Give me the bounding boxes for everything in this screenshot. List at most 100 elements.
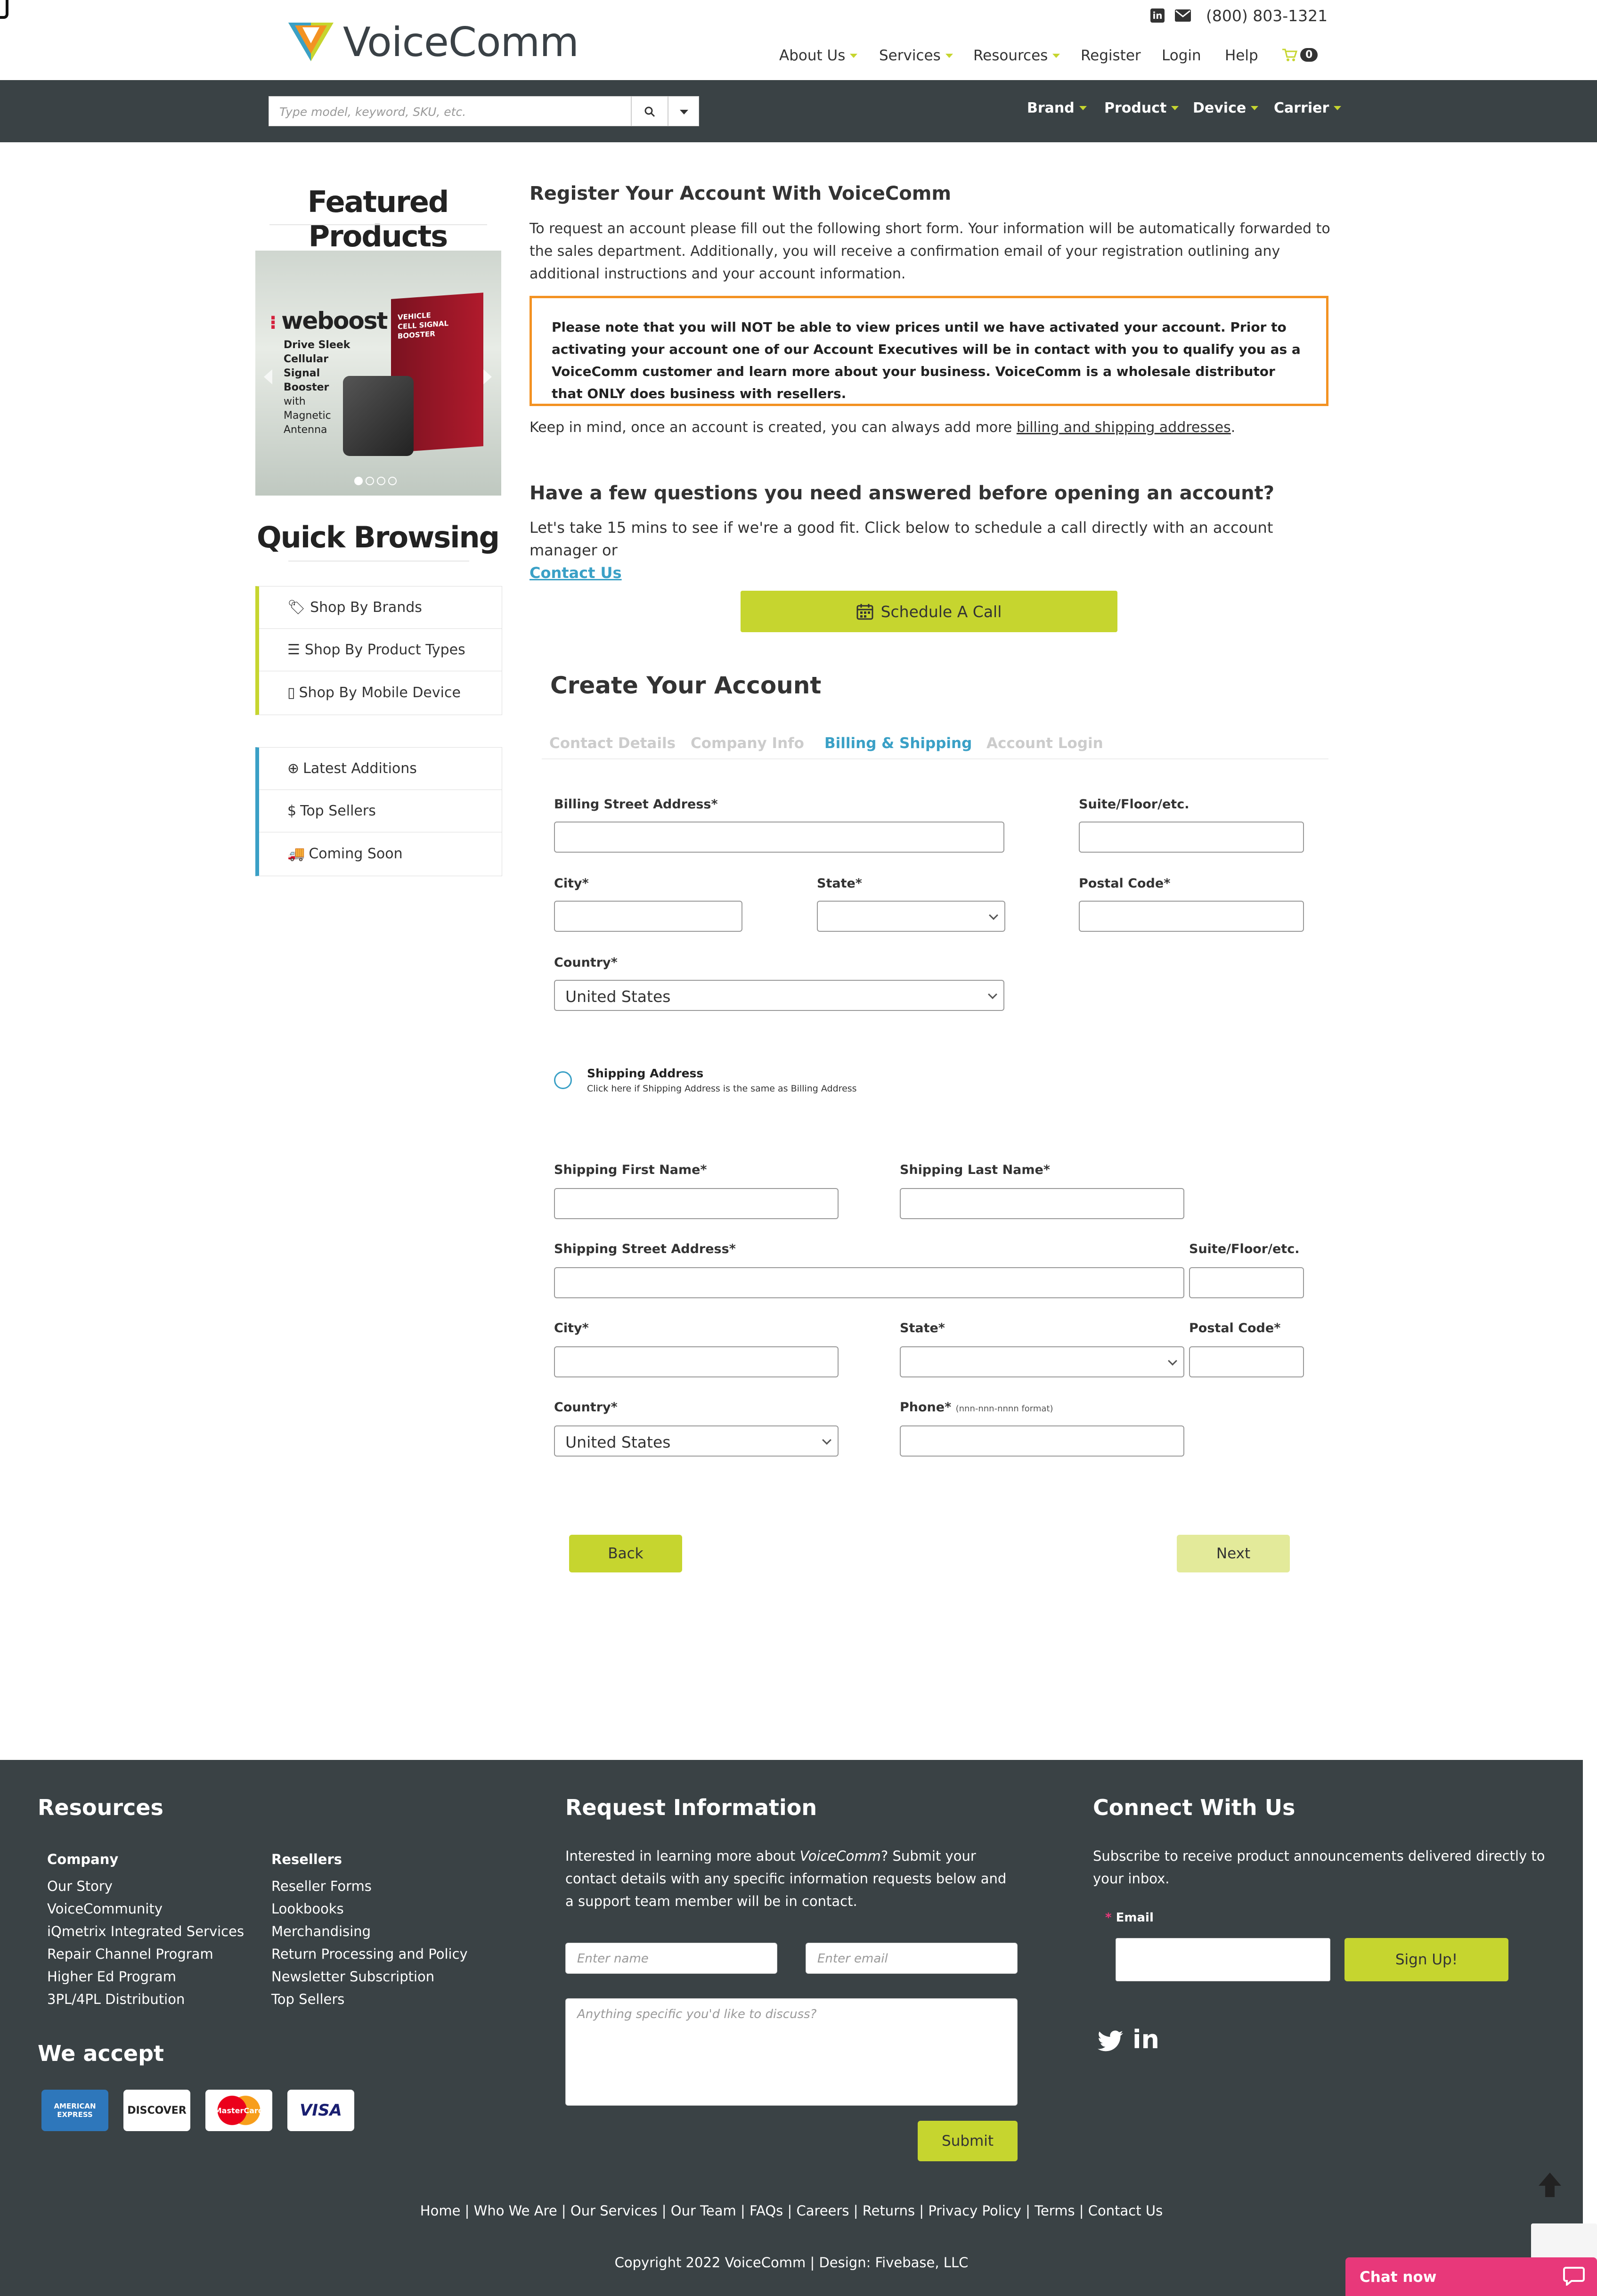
nav-services[interactable]: Services [879,47,953,64]
copyright-pre: Copyright 2022 [614,2255,725,2271]
bottom-link-careers[interactable]: Careers [797,2203,849,2219]
footer-link[interactable]: Our Story [47,1875,244,1897]
menu-label: Carrier [1274,100,1329,116]
shipping-street-input[interactable] [554,1267,1184,1298]
carousel-dot[interactable] [354,477,363,485]
request-name-input[interactable]: Enter name [565,1943,777,1974]
nav-login[interactable]: Login [1162,47,1201,64]
voicecomm-logo-icon[interactable] [288,23,334,61]
keep-text-end: . [1230,419,1236,436]
bottom-link-terms[interactable]: Terms [1035,2203,1075,2219]
shipping-phone-input[interactable] [900,1425,1184,1457]
billing-street-input[interactable] [554,822,1004,853]
questions-body: Let's take 15 mins to see if we're a goo… [530,519,1273,559]
footer-link[interactable]: Lookbooks [271,1897,468,1920]
tab-contact-details[interactable]: Contact Details [549,735,676,752]
nav-register[interactable]: Register [1081,47,1141,64]
footer-link[interactable]: Merchandising [271,1920,468,1943]
brand-logo-text[interactable]: VoiceComm [343,19,579,66]
request-message-textarea[interactable]: Anything specific you'd like to discuss? [565,1998,1018,2106]
nav-label: Resources [973,47,1048,64]
bottom-link-home[interactable]: Home [420,2203,461,2219]
billing-suite-input[interactable] [1079,822,1304,853]
shipping-postal-input[interactable] [1189,1346,1304,1377]
back-button[interactable]: Back [569,1535,682,1572]
same-as-billing-radio[interactable] [554,1071,572,1089]
footer-link[interactable]: Repair Channel Program [47,1943,244,1965]
bottom-link-our-services[interactable]: Our Services [570,2203,658,2219]
shop-by-product-types-link[interactable]: ☰ Shop By Product Types [259,629,502,671]
footer-link[interactable]: Higher Ed Program [47,1965,244,1988]
contact-us-link[interactable]: Contact Us [530,564,622,582]
copyright-brand-link[interactable]: VoiceComm [725,2255,806,2271]
linkedin-footer-icon[interactable]: in [1133,2025,1159,2054]
bottom-link-our-team[interactable]: Our Team [671,2203,736,2219]
shop-by-brands-link[interactable]: 🏷 Shop By Brands [259,586,502,629]
billing-postal-input[interactable] [1079,901,1304,932]
footer-link[interactable]: Return Processing and Policy [271,1943,468,1965]
chat-now-button[interactable]: Chat now [1345,2257,1597,2296]
carousel-dot[interactable] [388,477,397,485]
carousel-dots[interactable] [354,477,397,485]
billing-shipping-link[interactable]: billing and shipping addresses [1017,419,1231,436]
cart-button[interactable]: 0 [1282,48,1318,62]
tab-billing-shipping[interactable]: Billing & Shipping [824,735,972,752]
prev-arrow-icon[interactable] [264,369,272,384]
footer-link[interactable]: 3PL/4PL Distribution [47,1988,244,2011]
billing-country-select[interactable]: United States [554,980,1004,1011]
link-label: Top Sellers [300,803,376,819]
bottom-link-contact[interactable]: Contact Us [1088,2203,1163,2219]
next-button[interactable]: Next [1177,1535,1290,1572]
phone-number[interactable]: (800) 803-1321 [1206,7,1328,25]
shipping-first-name-label: Shipping First Name* [554,1163,707,1177]
bottom-link-returns[interactable]: Returns [863,2203,915,2219]
envelope-icon[interactable] [1175,9,1191,22]
tab-account-login[interactable]: Account Login [986,735,1103,752]
nav-help[interactable]: Help [1225,47,1258,64]
search-input[interactable]: Type model, keyword, SKU, etc. [269,96,631,126]
twitter-icon[interactable] [1098,2030,1123,2052]
subscribe-email-input[interactable] [1116,1938,1330,1981]
bottom-link-who-we-are[interactable]: Who We Are [474,2203,557,2219]
shipping-last-name-input[interactable] [900,1188,1184,1219]
carousel-dot[interactable] [366,477,374,485]
request-submit-button[interactable]: Submit [918,2121,1018,2161]
resources-heading: Resources [38,1795,163,1820]
bottom-link-faqs[interactable]: FAQs [750,2203,783,2219]
nav-about-us[interactable]: About Us [779,47,858,64]
billing-state-select[interactable] [817,901,1005,932]
schedule-call-button[interactable]: Schedule A Call [741,591,1117,632]
linkedin-icon[interactable]: in [1150,8,1165,23]
carousel-dot[interactable] [377,477,385,485]
shipping-suite-input[interactable] [1189,1267,1304,1298]
search-filter-dropdown[interactable] [668,96,699,126]
shipping-first-name-input[interactable] [554,1188,839,1219]
billing-city-input[interactable] [554,901,742,932]
shipping-city-input[interactable] [554,1346,839,1377]
footer-link[interactable]: iQmetrix Integrated Services [47,1920,244,1943]
scroll-to-top-icon[interactable] [1537,2173,1563,2199]
search-button[interactable] [631,96,668,126]
footer-link[interactable]: Reseller Forms [271,1875,468,1897]
tab-company-info[interactable]: Company Info [691,735,804,752]
top-sellers-link[interactable]: $ Top Sellers [259,790,502,832]
shop-by-mobile-device-link[interactable]: ▯ Shop By Mobile Device [259,671,502,714]
shipping-state-select[interactable] [900,1346,1184,1377]
latest-additions-link[interactable]: ⊕ Latest Additions [259,748,502,790]
menu-device[interactable]: Device [1193,100,1259,116]
nav-resources[interactable]: Resources [973,47,1060,64]
menu-carrier[interactable]: Carrier [1274,100,1342,116]
footer-link[interactable]: Top Sellers [271,1988,468,2011]
featured-carousel[interactable]: ⁝ weboost Drive Sleek Cellular Signal Bo… [255,251,501,496]
menu-brand[interactable]: Brand [1027,100,1087,116]
footer-link[interactable]: VoiceCommunity [47,1897,244,1920]
footer-link[interactable]: Newsletter Subscription [271,1965,468,1988]
shipping-country-select[interactable]: United States [554,1425,839,1457]
coming-soon-link[interactable]: 🚚 Coming Soon [259,832,502,875]
shipping-street-label: Shipping Street Address* [554,1242,736,1256]
signup-button[interactable]: Sign Up! [1344,1938,1508,1981]
request-email-input[interactable]: Enter email [806,1943,1018,1974]
bottom-link-privacy[interactable]: Privacy Policy [928,2203,1021,2219]
next-arrow-icon[interactable] [483,369,492,384]
menu-product[interactable]: Product [1104,100,1179,116]
